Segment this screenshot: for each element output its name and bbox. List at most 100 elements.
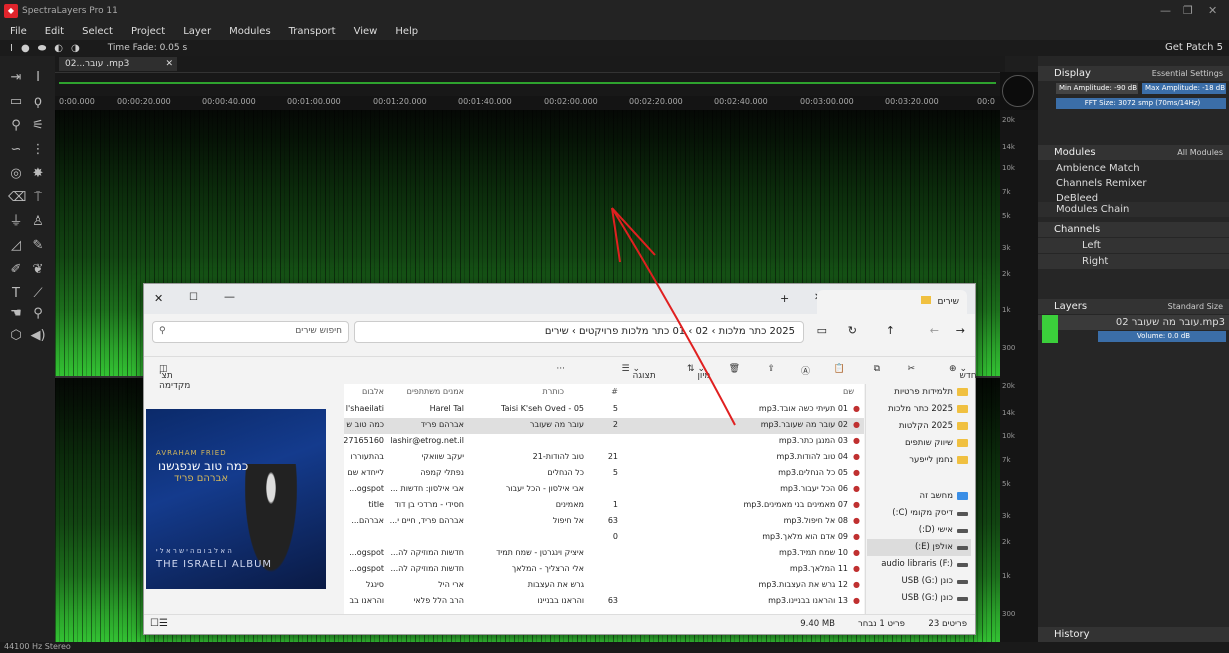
layers-header[interactable]: Layers Standard Size	[1038, 299, 1229, 314]
column-header-album[interactable]: אלבום	[362, 387, 384, 396]
magic-wand-icon[interactable]: ⚲	[8, 118, 24, 134]
back-arrow-icon[interactable]: →	[956, 324, 965, 337]
table-row[interactable]: ● 09 אדם הוא מלאך.mp3 0	[344, 530, 864, 546]
modules-chain-button[interactable]: Modules Chain	[1038, 202, 1229, 217]
nav-item[interactable]: אישי (D:)	[867, 522, 971, 539]
paint-icon[interactable]: ⟋	[30, 286, 46, 302]
nav-item[interactable]: נחמן לייפער	[867, 452, 971, 469]
person-icon[interactable]: ♙	[30, 214, 46, 230]
menu-project[interactable]: Project	[131, 26, 165, 37]
overview-strip[interactable]	[55, 72, 1000, 96]
channels-header[interactable]: Channels	[1038, 222, 1229, 237]
zoom-icon[interactable]: ⚲	[30, 306, 46, 322]
refresh-icon[interactable]: ↻	[848, 324, 857, 337]
explorer-maximize-icon[interactable]: ☐	[189, 292, 198, 303]
nav-item[interactable]: דיסק מקומי (C:)	[867, 505, 971, 522]
clone-icon[interactable]: ❦	[30, 262, 46, 278]
3d-icon[interactable]: ⬡	[8, 328, 24, 344]
time-fade-label[interactable]: Time Fade: 0.05 s	[108, 43, 187, 53]
forward-arrow-icon[interactable]: ←	[930, 324, 939, 337]
text-tool-icon[interactable]: T	[8, 286, 24, 302]
table-row[interactable]: ● 11 המלאך.mp3 אלי הרצליך - המלאך חדשות המו…	[344, 562, 864, 578]
copy-icon[interactable]: ⧉	[874, 364, 880, 374]
channel-right-row[interactable]: Right	[1038, 254, 1229, 269]
maximize-button[interactable]: ❐	[1183, 4, 1193, 17]
table-row[interactable]: ● 02 עובר מה שעובר.mp3 2 עובר מה שעובר אברהם…	[344, 418, 864, 434]
address-bar[interactable]: 2025 כתר מלכות › 02 › 01 כתר מלכות פרויק…	[354, 321, 804, 343]
modules-filter-dropdown[interactable]: All Modules	[1177, 145, 1223, 160]
menu-view[interactable]: View	[354, 26, 378, 37]
amplitude-icon[interactable]: ⏚	[8, 214, 24, 230]
display-header[interactable]: Display Essential Settings	[1038, 66, 1229, 81]
table-row[interactable]: ● 04 טוב להודות.mp3 21 טוב להודות-21 יעקב שו…	[344, 450, 864, 466]
module-item[interactable]: Ambience Match	[1038, 161, 1229, 176]
frequency-select-icon[interactable]: ⚟	[30, 118, 46, 134]
dot-icon[interactable]: ●	[21, 43, 30, 54]
channel-left-row[interactable]: Left	[1038, 238, 1229, 253]
explorer-tab[interactable]: שירים	[817, 290, 967, 314]
table-row[interactable]: ● 03 המנגן כתר.mp3 lashir@etrog.net.il 2716…	[344, 434, 864, 450]
min-amplitude-slider[interactable]: Min Amplitude: -90 dB	[1056, 83, 1138, 94]
view-button[interactable]: ☰ תצוגה ⌄	[622, 364, 656, 381]
menu-layer[interactable]: Layer	[183, 26, 211, 37]
speaker-icon[interactable]: ◀)	[30, 328, 46, 344]
table-row[interactable]: ● 10 שמח תמיד.mp3 איציק וינגרטן - שמח תמיד…	[344, 546, 864, 562]
fft-size-slider[interactable]: FFT Size: 3072 smp (70ms/14Hz)	[1056, 98, 1226, 109]
cut-icon[interactable]: ✂	[907, 364, 915, 374]
display-preset-dropdown[interactable]: Essential Settings	[1152, 66, 1223, 81]
paste-icon[interactable]: 📋	[834, 364, 845, 374]
sparkle-icon[interactable]: ✸	[30, 166, 46, 182]
history-header[interactable]: History	[1038, 627, 1229, 642]
module-item[interactable]: Channels Remixer	[1038, 176, 1229, 191]
eraser-icon[interactable]: ⌫	[8, 190, 26, 206]
module-item[interactable]: DeBleed	[1038, 191, 1229, 201]
layer-row[interactable]: 02 עובר מה שעובר.mp3	[1038, 315, 1229, 330]
modules-header[interactable]: Modules All Modules	[1038, 145, 1229, 160]
rect-select-icon[interactable]: ▭	[8, 94, 24, 110]
preview-pane-button[interactable]: תצ' מקדימה ◫	[159, 364, 190, 391]
stamp-icon[interactable]: ⍑	[30, 190, 46, 206]
lasso-icon[interactable]: ϙ	[30, 94, 46, 110]
nav-item[interactable]: 2025 הקלטות	[867, 418, 971, 435]
menu-modules[interactable]: Modules	[229, 26, 271, 37]
nav-item[interactable]: אולפן (E:)	[867, 539, 971, 556]
nav-item[interactable]: 2025 כתר מלכות	[867, 401, 971, 418]
fade-icon[interactable]: ◿	[8, 238, 24, 254]
table-row[interactable]: ● 12 גרש את העצבות.mp3 גרש את העצבות ארי הי…	[344, 578, 864, 594]
new-tab-icon[interactable]: +	[780, 292, 789, 305]
table-row[interactable]: ● 01 תעיתי כשה אובד.mp3 5 05 - Taisi K'seh …	[344, 402, 864, 418]
up-arrow-icon[interactable]: ↑	[886, 324, 895, 337]
layers-size-dropdown[interactable]: Standard Size	[1168, 299, 1223, 314]
harmonic-icon[interactable]: ∽	[8, 142, 24, 158]
pencil-icon[interactable]: ✐	[8, 262, 24, 278]
column-header-title[interactable]: כותרת	[543, 387, 564, 396]
table-row[interactable]: ● 13 והראנו בבניינו.mp3 63 והראנו בבניינו הר…	[344, 594, 864, 610]
table-row[interactable]: ● 06 הכל יעבור.mp3 אבי אילסון - הכל יעבור א…	[344, 482, 864, 498]
ellipse-icon[interactable]: ⬬	[38, 43, 47, 54]
column-header-artists[interactable]: אמנים משתתפים	[407, 387, 464, 396]
close-button[interactable]: ✕	[1208, 4, 1217, 17]
column-header-name[interactable]: שם	[843, 387, 854, 396]
tab-close-icon[interactable]: ✕	[165, 57, 173, 71]
delete-icon[interactable]: 🗑	[729, 364, 740, 374]
details-view-icon[interactable]: ☐☰	[150, 618, 168, 629]
menu-select[interactable]: Select	[82, 26, 113, 37]
text-cursor-icon[interactable]: I	[30, 70, 46, 86]
dots-icon[interactable]: ⋮	[30, 142, 46, 158]
get-patch-button[interactable]: Get Patch 5	[1165, 42, 1223, 53]
brush-icon[interactable]: ✎	[30, 238, 46, 254]
time-ruler[interactable]: 0:00.000 00:00:20.000 00:00:40.000 00:01…	[55, 96, 1000, 110]
tab-document[interactable]: עובר...02 .mp3 ✕	[59, 57, 177, 71]
table-row[interactable]: ● 05 כל הנחלים.mp3 5 כל הנחלים נפתלי קמפה ליי…	[344, 466, 864, 482]
hand-icon[interactable]: ☚	[8, 306, 24, 322]
nav-item[interactable]: מחשב זה	[867, 488, 971, 505]
rename-icon[interactable]: Ⓐ	[801, 364, 810, 377]
stereo-icon[interactable]: ◑	[71, 43, 80, 54]
share-icon[interactable]: ⇪	[767, 364, 775, 374]
navigator-widget[interactable]	[1000, 72, 1038, 110]
menu-file[interactable]: File	[10, 26, 27, 37]
nav-item[interactable]: שיווק שותפים	[867, 435, 971, 452]
explorer-minimize-icon[interactable]: —	[224, 290, 235, 303]
table-row[interactable]: ● 07 מאמינים בני מאמינים.mp3 1 מאמינים חסידי…	[344, 498, 864, 514]
max-amplitude-slider[interactable]: Max Amplitude: -18 dB	[1142, 83, 1226, 94]
